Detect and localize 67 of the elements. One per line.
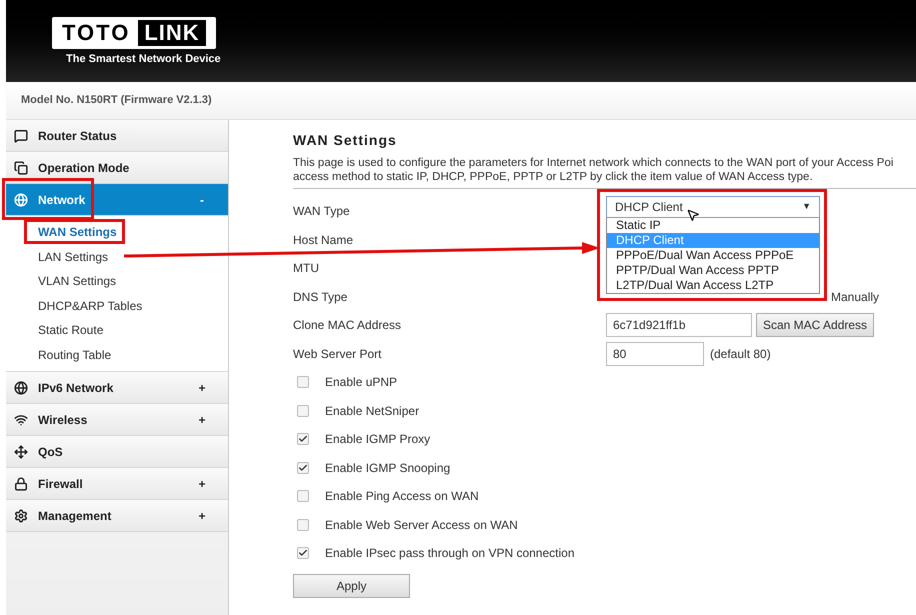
field-label: Clone MAC Address [293, 317, 402, 334]
checkbox-label: Enable Ping Access on WAN [325, 488, 479, 506]
wifi-icon [14, 412, 28, 426]
mac-field[interactable]: 6c71d921ff1b [606, 313, 752, 338]
globe-icon [14, 380, 28, 394]
checkbox[interactable] [297, 547, 309, 560]
checkbox[interactable] [297, 404, 309, 417]
checkbox-label: Enable IGMP Snooping [325, 460, 450, 477]
submenu-item[interactable]: Routing Table [38, 346, 112, 364]
toggle-sign[interactable]: - [194, 190, 210, 208]
toggle-sign[interactable]: + [194, 378, 210, 396]
checkbox[interactable] [297, 490, 309, 502]
field-label: Host Name [293, 232, 354, 249]
checkbox[interactable] [297, 376, 309, 388]
checkbox-label: Enable Web Server Access on WAN [325, 516, 518, 534]
arrows-icon [14, 444, 28, 458]
checkbox[interactable] [297, 518, 309, 531]
dropdown-option[interactable]: L2TP/Dual Wan Access L2TP [607, 278, 819, 293]
toggle-sign[interactable]: + [194, 474, 210, 492]
apply-button[interactable]: Apply [293, 574, 410, 598]
sidebar-item[interactable]: Network - [6, 184, 228, 216]
wan-type-select[interactable]: DHCP Client ▼ [606, 196, 820, 218]
lock-icon [14, 476, 28, 490]
checkbox[interactable] [297, 433, 309, 446]
chat-icon [14, 128, 28, 142]
sidebar-item[interactable]: Wireless + [6, 404, 228, 436]
radio-label: Manually [831, 288, 880, 306]
field-label: Web Server Port [293, 346, 382, 363]
submenu-item[interactable]: VLAN Settings [38, 272, 116, 290]
dropdown-option[interactable]: PPPoE/Dual Wan Access PPPoE [607, 248, 819, 263]
globe-icon [14, 192, 28, 206]
sidebar-item[interactable]: Router Status [6, 120, 228, 152]
checkbox-label: Enable NetSniper [325, 402, 420, 420]
checkbox[interactable] [297, 462, 309, 474]
logo: TOTO LINK [52, 17, 216, 49]
checkbox-label: Enable uPNP [325, 374, 398, 392]
description-text: This page is used to configure the parameters for Internet network which connects to the WAN port of your Access Poi [293, 157, 894, 169]
settings-icon [14, 508, 28, 522]
dropdown-arrow: ▼ [802, 200, 811, 214]
submenu-item[interactable]: WAN Settings [38, 223, 117, 242]
submenu-item[interactable]: LAN Settings [38, 248, 108, 266]
field-label: MTU [293, 260, 319, 278]
sidebar-item[interactable]: IPv6 Network + [6, 372, 228, 404]
sidebar-item[interactable]: Management + [6, 500, 228, 532]
hint-text: (default 80) [710, 346, 771, 363]
tagline: The Smartest Network Device [66, 52, 221, 67]
toggle-sign[interactable]: + [194, 506, 210, 524]
checkbox-label: Enable IPsec pass through on VPN connection [325, 545, 574, 562]
dropdown-option[interactable]: Static IP [607, 218, 819, 233]
scan-mac-button[interactable]: Scan MAC Address [756, 313, 874, 338]
windows-icon [14, 160, 28, 174]
sidebar-item[interactable]: QoS [6, 436, 228, 468]
sidebar-item[interactable]: Operation Mode [6, 152, 228, 184]
toggle-sign[interactable]: + [194, 410, 210, 428]
submenu-item[interactable]: DHCP&ARP Tables [38, 296, 142, 315]
field-label: DNS Type [293, 288, 348, 306]
checkbox-label: Enable IGMP Proxy [325, 431, 430, 448]
sidebar-item[interactable]: Firewall + [6, 468, 228, 500]
cursor-icon [686, 208, 700, 222]
field-label: WAN Type [293, 203, 351, 220]
model-label: Model No. N150RT (Firmware V2.1.3) [21, 93, 212, 108]
submenu-item[interactable]: Static Route [38, 321, 104, 340]
select-value: DHCP Client [615, 199, 683, 216]
dropdown-option[interactable]: PPTP/Dual Wan Access PPTP [607, 263, 819, 278]
page-title: WAN Settings [293, 131, 398, 150]
description-text: access method to static IP, DHCP, PPPoE, PPTP or L2TP by click the item value of WAN Access type. [293, 171, 813, 183]
port-field[interactable]: 80 [606, 342, 704, 366]
